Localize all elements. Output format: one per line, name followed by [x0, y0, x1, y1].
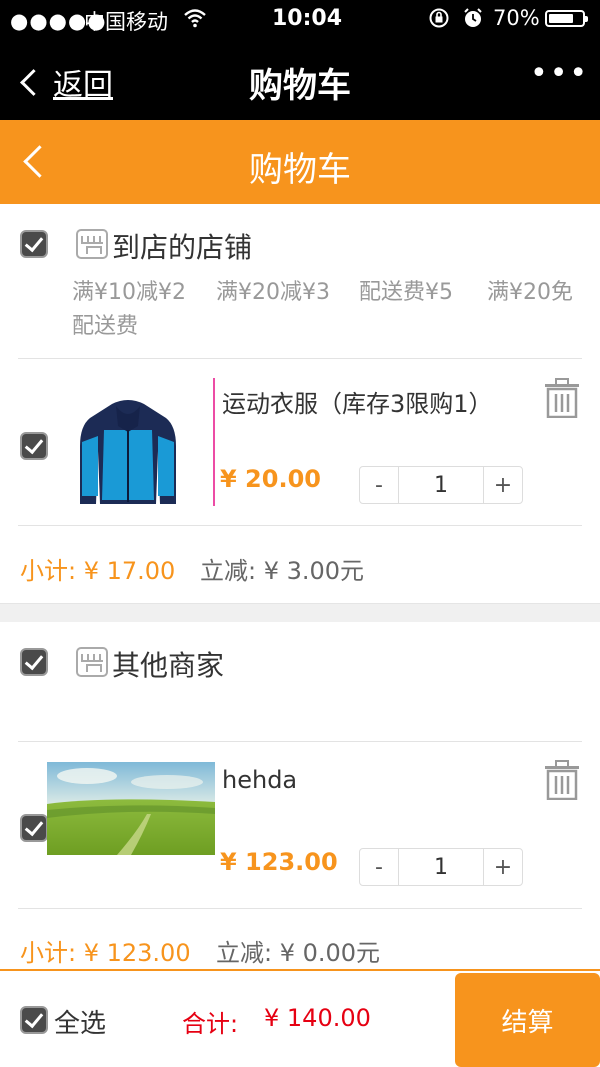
- promo-tag: 满¥20减¥3: [216, 280, 330, 305]
- product-price: ¥ 20.00: [220, 465, 321, 493]
- divider: [18, 908, 582, 909]
- app-title: 购物车: [249, 150, 351, 190]
- wechat-header: 返回 购物车 •••: [0, 38, 600, 120]
- clock-time: 10:04: [272, 6, 343, 31]
- divider: [18, 741, 582, 742]
- page-title: 购物车: [249, 66, 351, 106]
- rotation-lock-icon: [428, 7, 450, 34]
- store-name: 到店的店铺: [112, 231, 253, 264]
- select-all-checkbox[interactable]: [20, 1006, 48, 1034]
- divider: [18, 525, 582, 526]
- carrier-name: 中国移动: [84, 10, 168, 34]
- select-all-label[interactable]: 全选: [54, 1003, 106, 1040]
- subtotal: 小计: ¥ 17.00: [20, 557, 176, 585]
- checkout-button[interactable]: 结算: [455, 973, 600, 1067]
- wifi-icon: [183, 8, 207, 33]
- total-label: 合计:: [182, 1010, 239, 1038]
- total-value: ¥ 140.00: [264, 1004, 371, 1032]
- store-checkbox[interactable]: [20, 648, 48, 676]
- section-separator: [0, 603, 600, 622]
- product-name: hehda: [222, 766, 298, 794]
- battery-icon: [545, 10, 588, 27]
- store-icon: [76, 229, 108, 259]
- discount: 立减: ¥ 0.00元: [216, 939, 381, 967]
- item-checkbox[interactable]: [20, 432, 48, 460]
- quantity-value[interactable]: 1: [398, 467, 484, 503]
- decrease-button[interactable]: -: [360, 849, 398, 885]
- more-menu-button[interactable]: •••: [530, 56, 589, 91]
- product-name: 运动衣服（库存3限购1）: [222, 390, 493, 418]
- quantity-stepper: - 1 +: [359, 848, 523, 886]
- product-image-landscape[interactable]: [47, 762, 215, 855]
- status-bar: ●●●●● 中国移动 10:04 70%: [0, 0, 600, 38]
- quantity-value[interactable]: 1: [398, 849, 484, 885]
- product-price: ¥ 123.00: [220, 848, 338, 876]
- increase-button[interactable]: +: [484, 849, 522, 885]
- store-checkbox[interactable]: [20, 230, 48, 258]
- promo-tag: 配送费: [72, 314, 139, 339]
- promo-tag: 配送费¥5: [359, 280, 453, 305]
- trash-icon[interactable]: [544, 760, 579, 801]
- decrease-button[interactable]: -: [360, 467, 398, 503]
- checkout-bar: 全选 合计: ¥ 140.00 结算: [0, 969, 600, 1067]
- store-icon: [76, 647, 108, 677]
- promo-tag: 满¥10减¥2: [72, 280, 186, 305]
- divider: [213, 378, 215, 506]
- trash-icon[interactable]: [544, 378, 579, 419]
- store-name: 其他商家: [112, 649, 225, 682]
- increase-button[interactable]: +: [484, 467, 522, 503]
- item-checkbox[interactable]: [20, 814, 48, 842]
- subtotal: 小计: ¥ 123.00: [20, 939, 191, 967]
- divider: [18, 358, 582, 359]
- alarm-icon: [462, 7, 484, 34]
- app-header: 购物车: [0, 120, 600, 204]
- product-image-jacket[interactable]: [76, 396, 180, 506]
- battery-percent: 70%: [493, 6, 540, 30]
- quantity-stepper: - 1 +: [359, 466, 523, 504]
- discount: 立减: ¥ 3.00元: [200, 557, 365, 585]
- promo-tag: 满¥20免: [487, 280, 573, 305]
